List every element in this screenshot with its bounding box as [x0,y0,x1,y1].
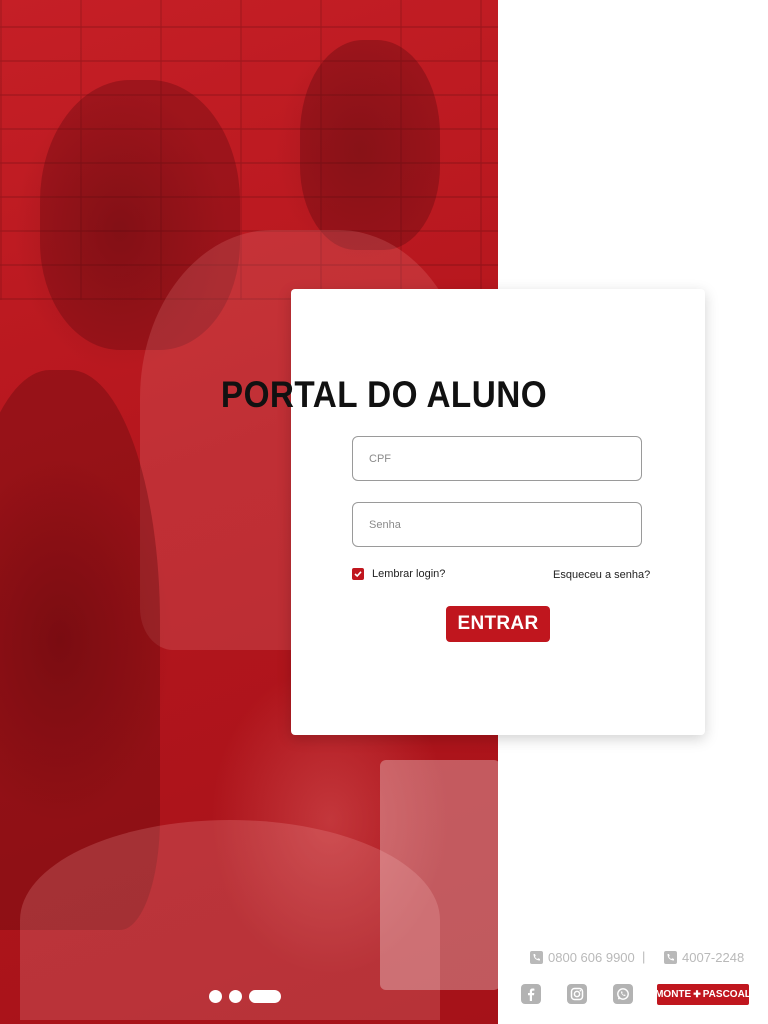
cpf-input[interactable] [352,436,642,481]
whatsapp-icon[interactable] [613,984,633,1004]
carousel-dot-active[interactable] [249,990,281,1003]
forgot-password-link[interactable]: Esqueceu a senha? [553,569,650,581]
instagram-icon[interactable] [567,984,587,1004]
logo-cross-icon: ✚ [693,989,701,999]
phone-number-1: 0800 606 9900 [548,950,635,965]
phone-icon [664,951,677,964]
phone-number-2: 4007-2248 [682,950,745,965]
phone-contact-2: 4007-2248 [664,950,744,965]
carousel-indicators [209,990,281,1003]
password-input[interactable] [352,502,642,547]
page-title: PORTAL DO ALUNO [220,374,548,415]
remember-login-label: Lembrar login? [372,568,446,580]
phone-contact-1: 0800 606 9900 [530,950,635,965]
logo-text-right: PASCOAL [702,989,751,1000]
carousel-dot[interactable] [209,990,222,1003]
checkbox-checked-icon[interactable] [352,568,364,580]
contact-separator: | [642,949,646,964]
laptop-shape [380,760,498,990]
carousel-dot[interactable] [229,990,242,1003]
phone-icon [530,951,543,964]
remember-login[interactable]: Lembrar login? [352,568,445,580]
person-silhouette [300,40,440,250]
login-button[interactable]: ENTRAR [446,606,550,642]
facebook-icon[interactable] [521,984,541,1004]
brand-logo: MONTE ✚ PASCOAL [655,984,751,1005]
logo-text-left: MONTE [655,989,692,1000]
